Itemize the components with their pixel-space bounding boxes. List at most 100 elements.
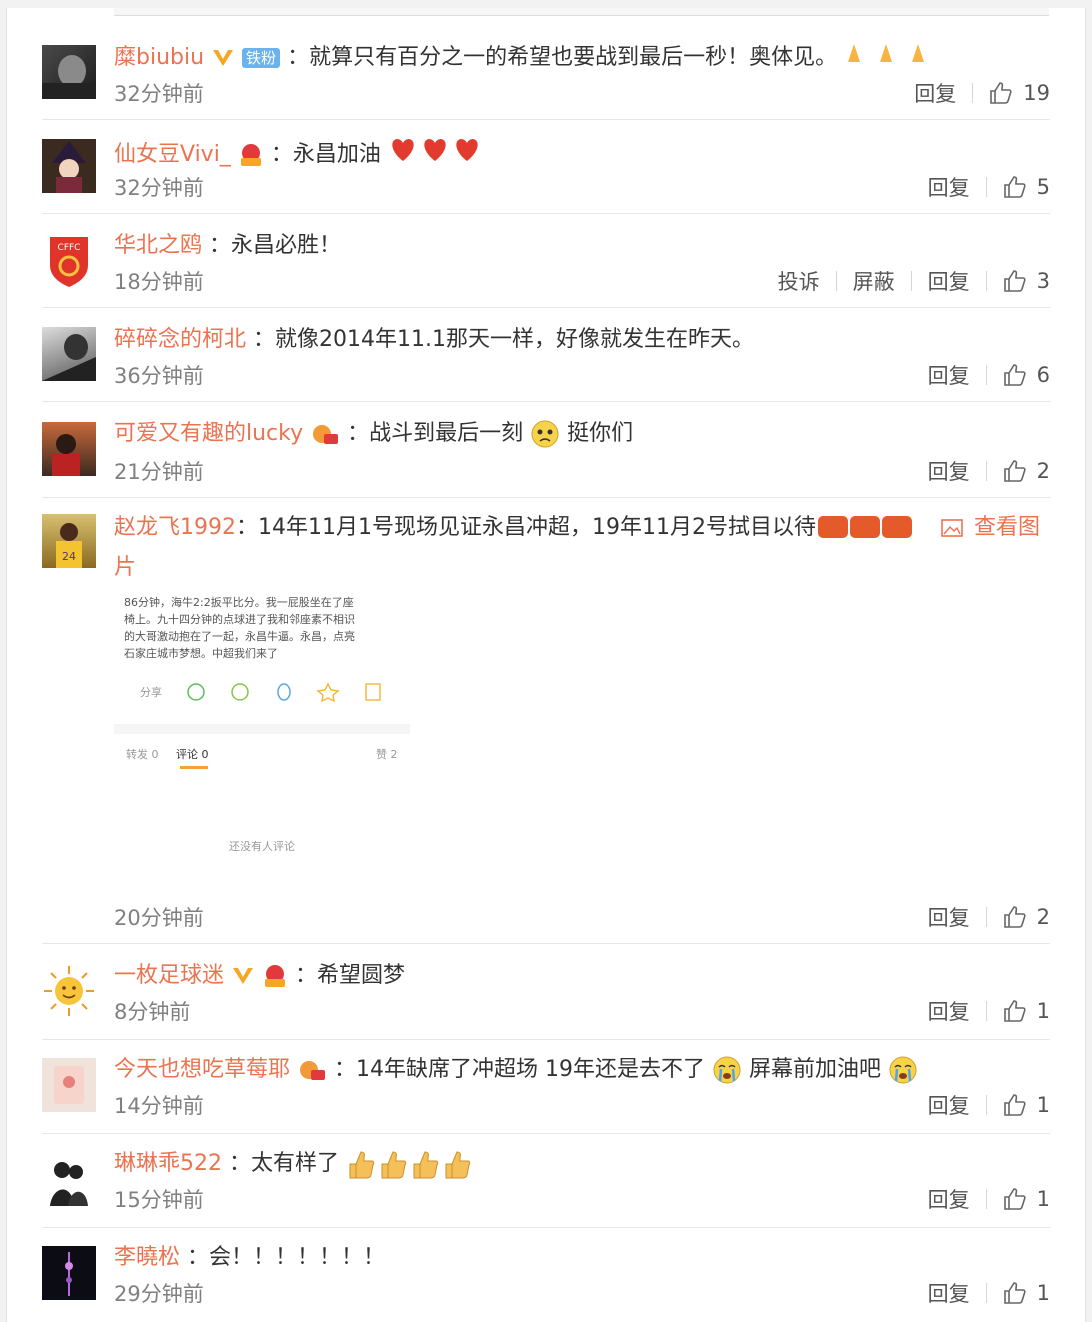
like-icon[interactable] <box>1003 269 1027 293</box>
divider <box>985 1189 987 1209</box>
like-icon[interactable] <box>1003 175 1027 199</box>
comment-time: 32分钟前 <box>114 176 204 200</box>
comment-text: 可爱又有趣的lucky ：战斗到最后一刻 挺你们 <box>114 416 1050 452</box>
username[interactable]: 李曉松 <box>114 1245 180 1270</box>
screenshot-text-line: 86分钟，海牛2:2扳平比分。我一屁股坐在了座 <box>124 596 354 609</box>
comment-actions: 投诉 屏蔽 回复 3 <box>778 266 1050 296</box>
list-item: 琳琳乖522 ：太有样了 15分钟前 回复 1 <box>42 1146 1050 1228</box>
heart-icon <box>388 134 484 176</box>
reply-button[interactable]: 回复 <box>928 456 970 486</box>
reply-button[interactable]: 回复 <box>928 360 970 390</box>
reply-button[interactable]: 回复 <box>928 266 970 296</box>
comment-body: ：就算只有百分之一的希望也要战到最后一秒！奥体见。 <box>287 45 838 70</box>
verified-v-icon <box>233 968 254 984</box>
like-icon[interactable] <box>989 81 1013 105</box>
screenshot-text-line: 的大哥激动抱在了一起，永昌牛逼。永昌，点亮 <box>124 630 355 643</box>
username[interactable]: 一枚足球迷 <box>114 963 224 988</box>
comment-body: ：会！！！！！！！ <box>187 1245 386 1270</box>
screenshot-tab-comment: 评论 0 <box>176 748 209 761</box>
username[interactable]: 糜biubiu <box>114 45 204 70</box>
comment-text: 赵龙飞1992：14年11月1号现场见证永昌冲超，19年11月2号拭目以待 查看… <box>114 508 1050 588</box>
divider <box>910 271 912 291</box>
thumbs-up-emoji-icon <box>349 1151 471 1179</box>
comment-time: 18分钟前 <box>114 270 204 294</box>
like-count: 3 <box>1036 269 1050 293</box>
comment-body: ：就像2014年11.1那天一样，好像就发生在昨天。 <box>253 327 754 352</box>
username[interactable]: 琳琳乖522 <box>114 1151 222 1176</box>
username[interactable]: 可爱又有趣的lucky <box>114 421 303 446</box>
avatar[interactable] <box>42 139 96 193</box>
like-count: 19 <box>1023 81 1050 105</box>
comment-body-2: 屏幕前加油吧 <box>749 1057 882 1082</box>
block-button[interactable]: 屏蔽 <box>853 266 895 296</box>
comment-body: ：14年缺席了冲超场 19年还是去不了 <box>334 1057 705 1082</box>
screenshot-share-label: 分享 <box>140 686 162 699</box>
like-icon[interactable] <box>1003 999 1027 1023</box>
divider <box>985 177 987 197</box>
avatar[interactable] <box>42 1246 96 1300</box>
like-count: 2 <box>1036 459 1050 483</box>
like-count: 1 <box>1036 1093 1050 1117</box>
top-divider <box>114 8 1049 16</box>
divider <box>835 271 837 291</box>
avatar[interactable] <box>42 45 96 99</box>
image-icon[interactable] <box>939 516 967 540</box>
reply-button[interactable]: 回复 <box>928 172 970 202</box>
reply-button[interactable]: 回复 <box>928 1184 970 1214</box>
comment-time: 8分钟前 <box>114 1000 191 1024</box>
comment-text: 一枚足球迷 ：希望圆梦 <box>114 958 1050 994</box>
comment-body: ：战斗到最后一刻 <box>347 421 524 446</box>
comment-time: 36分钟前 <box>114 364 204 388</box>
like-count: 6 <box>1036 363 1050 387</box>
vip-badge-icon <box>265 965 286 987</box>
pray-emoji-icon <box>844 40 940 76</box>
comment-body: ：太有样了 <box>229 1151 340 1176</box>
list-item: 糜biubiu 铁粉 ：就算只有百分之一的希望也要战到最后一秒！奥体见。 32分… <box>42 40 1050 120</box>
like-icon[interactable] <box>1003 1281 1027 1305</box>
username[interactable]: 赵龙飞1992 <box>114 515 236 540</box>
avatar[interactable] <box>42 1152 96 1206</box>
report-button[interactable]: 投诉 <box>778 266 820 296</box>
comment-body: ：希望圆梦 <box>295 963 406 988</box>
username[interactable]: 华北之鸥 <box>114 233 202 258</box>
list-item: 今天也想吃草莓耶 ：14年缺席了冲超场 19年还是去不了 屏幕前加油吧 14分钟… <box>42 1052 1050 1134</box>
screenshot-tab-like: 赞 2 <box>376 748 398 761</box>
reply-button[interactable]: 回复 <box>928 996 970 1026</box>
crying-emoji-icon <box>889 1056 917 1084</box>
comment-actions: 回复 2 <box>928 902 1050 932</box>
comment-text: 仙女豆Vivi_ ：永昌加油 <box>114 134 1050 176</box>
avatar[interactable] <box>42 327 96 381</box>
username[interactable]: 今天也想吃草莓耶 <box>114 1057 290 1082</box>
list-item: 24 赵龙飞1992：14年11月1号现场见证永昌冲超，19年11月2号拭目以待… <box>42 508 1050 944</box>
username[interactable]: 仙女豆Vivi_ <box>114 142 231 167</box>
vip-badge-icon <box>240 144 261 166</box>
comment-time: 15分钟前 <box>114 1188 204 1212</box>
screenshot-text-line: 椅上。九十四分钟的点球进了我和邻座素不相识 <box>124 613 355 626</box>
reply-button[interactable]: 回复 <box>928 1278 970 1308</box>
comment-image-thumbnail[interactable]: 86分钟，海牛2:2扳平比分。我一屁股坐在了座 椅上。九十四分钟的点球进了我和邻… <box>114 594 410 890</box>
avatar[interactable] <box>42 422 96 476</box>
comment-text: 李曉松 ：会！！！！！！！ <box>114 1240 1050 1276</box>
username[interactable]: 碎碎念的柯北 <box>114 327 246 352</box>
like-icon[interactable] <box>1003 1187 1027 1211</box>
like-icon[interactable] <box>1003 1093 1027 1117</box>
like-icon[interactable] <box>1003 363 1027 387</box>
screenshot-tab-underline <box>180 766 208 769</box>
like-icon[interactable] <box>1003 905 1027 929</box>
reply-button[interactable]: 回复 <box>928 1090 970 1120</box>
reply-button[interactable]: 回复 <box>928 902 970 932</box>
comment-body-2: 挺你们 <box>567 421 634 446</box>
comment-actions: 回复 1 <box>928 1184 1050 1214</box>
list-item: CFFC 华北之鸥 ：永昌必胜！ 18分钟前 投诉 屏蔽 回复 3 <box>42 228 1050 308</box>
avatar[interactable]: 24 <box>42 514 96 568</box>
avatar[interactable] <box>42 1058 96 1112</box>
avatar[interactable]: CFFC <box>42 233 96 287</box>
reply-button[interactable]: 回复 <box>914 78 956 108</box>
like-icon[interactable] <box>1003 459 1027 483</box>
avatar[interactable] <box>42 964 96 1018</box>
comment-actions: 回复 1 <box>928 996 1050 1026</box>
comment-text: 琳琳乖522 ：太有样了 <box>114 1146 1050 1182</box>
comment-text: 碎碎念的柯北 ：就像2014年11.1那天一样，好像就发生在昨天。 <box>114 322 1050 358</box>
screenshot-tab-repost: 转发 0 <box>126 748 159 761</box>
list-item: 碎碎念的柯北 ：就像2014年11.1那天一样，好像就发生在昨天。 36分钟前 … <box>42 322 1050 402</box>
